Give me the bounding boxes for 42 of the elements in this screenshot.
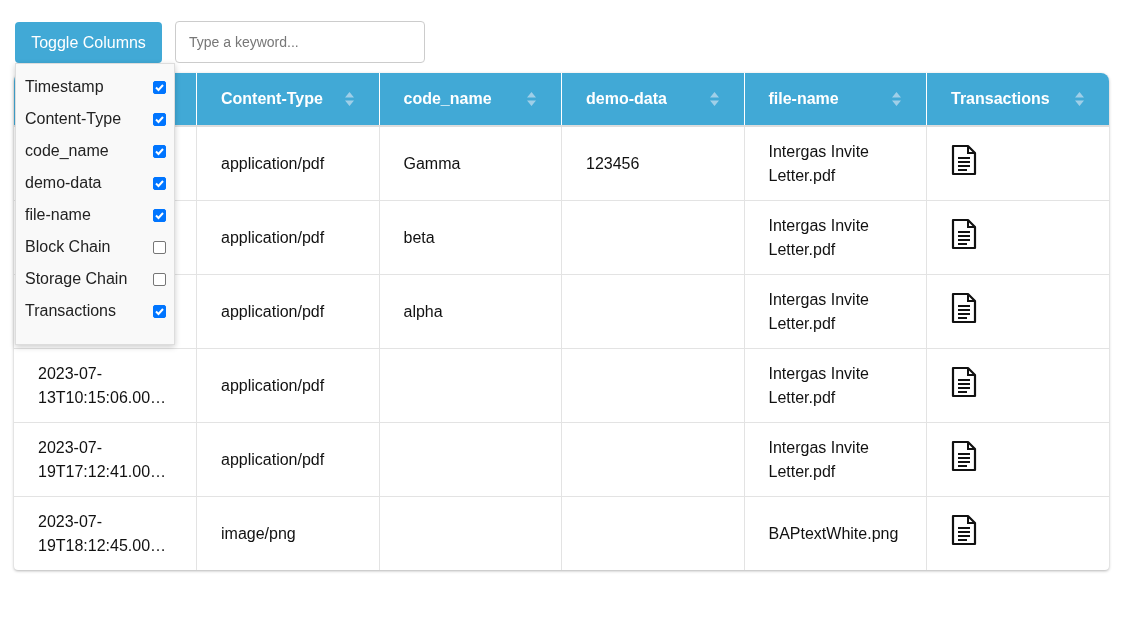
table-cell: beta — [403, 228, 435, 246]
document-icon[interactable] — [951, 292, 977, 324]
table-cell: Gamma — [403, 154, 461, 172]
table-cell-text: 2023-07-19T17:12:41.00… — [38, 437, 168, 482]
document-icon[interactable] — [951, 366, 977, 398]
table-cell: 123456 — [586, 154, 640, 172]
table-cell: application/pdf — [221, 302, 325, 320]
table-cell-text: 2023-07-19T18:12:45.00… — [38, 511, 168, 556]
checkbox[interactable] — [153, 272, 166, 286]
checkbox[interactable] — [153, 112, 166, 126]
table-cell: BAPtextWhite.png — [768, 524, 899, 542]
document-icon[interactable] — [951, 514, 977, 546]
table-cell: application/pdf — [221, 228, 325, 246]
checkbox[interactable] — [153, 208, 166, 222]
document-icon[interactable] — [951, 440, 977, 472]
column-toggle-item[interactable]: file-name — [16, 199, 174, 231]
column-toggle-item[interactable]: Content-Type — [16, 103, 174, 135]
table-cell: Intergas Invite Letter.pdf — [768, 142, 869, 184]
table-cell: Intergas Invite Letter.pdf — [768, 290, 869, 332]
table-cell: Intergas Invite Letter.pdf — [768, 216, 869, 258]
table-cell: image/png — [221, 524, 296, 542]
column-toggle-item[interactable]: Block Chain — [16, 231, 174, 263]
table-cell: alpha — [403, 302, 443, 320]
table-cell: Intergas Invite Letter.pdf — [768, 438, 869, 480]
table-cell: application/pdf — [221, 376, 325, 394]
document-icon[interactable] — [951, 218, 977, 250]
column-toggle-item[interactable]: Storage Chain — [16, 263, 174, 295]
checkbox[interactable] — [153, 144, 166, 158]
column-toggle-item[interactable]: Timestamp — [16, 71, 174, 103]
checkbox[interactable] — [153, 304, 166, 318]
table-cell-text: 2023-07-13T10:15:06.00… — [38, 363, 168, 408]
column-toggle-item[interactable]: demo-data — [16, 167, 174, 199]
table-cell: application/pdf — [221, 450, 325, 468]
table-cell: application/pdf — [221, 154, 325, 172]
table-cell: Intergas Invite Letter.pdf — [768, 364, 869, 406]
column-toggle-item[interactable]: Transactions — [16, 295, 174, 327]
checkbox[interactable] — [153, 80, 166, 94]
document-icon[interactable] — [951, 144, 977, 176]
checkbox[interactable] — [153, 176, 166, 190]
column-toggle-item[interactable]: code_name — [16, 135, 174, 167]
search-field[interactable]: Type a keyword... — [175, 21, 425, 63]
checkbox[interactable] — [153, 240, 166, 254]
